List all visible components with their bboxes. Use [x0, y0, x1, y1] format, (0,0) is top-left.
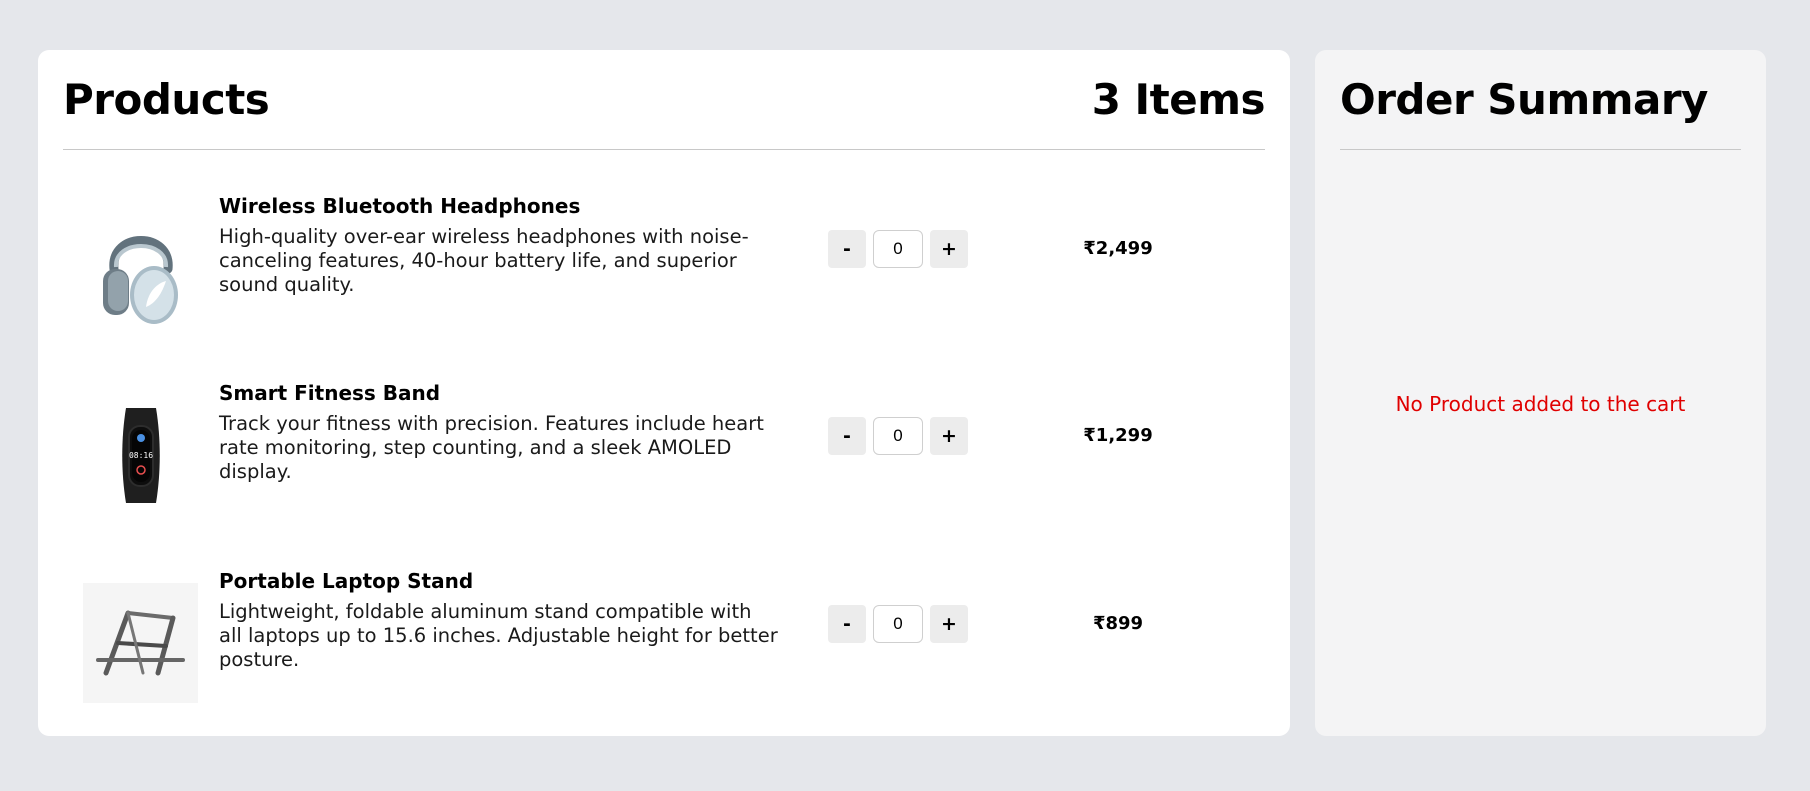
product-price: ₹899 — [1092, 613, 1144, 634]
increment-button[interactable]: + — [930, 605, 968, 643]
product-price: ₹2,499 — [1083, 238, 1153, 259]
product-info: Wireless Bluetooth Headphones High-quali… — [219, 193, 779, 297]
quantity-stepper: - + — [828, 230, 968, 268]
product-info: Smart Fitness Band Track your fitness wi… — [219, 380, 779, 484]
order-summary-panel: Order Summary No Product added to the ca… — [1315, 50, 1766, 736]
products-panel: Products 3 Items Wireless Bluetooth Head… — [38, 50, 1290, 736]
fitness-band-image: 08:16 — [83, 395, 198, 515]
decrement-button[interactable]: - — [828, 417, 866, 455]
empty-cart-message: No Product added to the cart — [1395, 392, 1686, 416]
product-description: High-quality over-ear wireless headphone… — [219, 225, 749, 296]
product-row: 08:16 Smart Fitness Band Track your fitn… — [38, 380, 1290, 530]
band-screen-time: 08:16 — [128, 451, 152, 460]
product-name: Smart Fitness Band — [219, 381, 441, 405]
quantity-input[interactable] — [873, 417, 923, 455]
laptop-stand-image — [83, 583, 198, 703]
product-row: Wireless Bluetooth Headphones High-quali… — [38, 193, 1290, 343]
quantity-stepper: - + — [828, 605, 968, 643]
decrement-button[interactable]: - — [828, 605, 866, 643]
quantity-input[interactable] — [873, 230, 923, 268]
headphones-image — [83, 208, 198, 328]
product-info: Portable Laptop Stand Lightweight, folda… — [219, 568, 779, 672]
product-name: Portable Laptop Stand — [219, 569, 474, 593]
quantity-stepper: - + — [828, 417, 968, 455]
item-count: 3 Items — [1091, 75, 1266, 124]
summary-header: Order Summary — [1340, 75, 1741, 150]
quantity-input[interactable] — [873, 605, 923, 643]
products-title: Products — [63, 75, 270, 124]
product-description: Track your fitness with precision. Featu… — [219, 412, 764, 483]
product-price: ₹1,299 — [1083, 425, 1153, 446]
decrement-button[interactable]: - — [828, 230, 866, 268]
increment-button[interactable]: + — [930, 230, 968, 268]
product-name: Wireless Bluetooth Headphones — [219, 194, 581, 218]
increment-button[interactable]: + — [930, 417, 968, 455]
product-row: Portable Laptop Stand Lightweight, folda… — [38, 568, 1290, 718]
summary-title: Order Summary — [1340, 75, 1708, 124]
product-description: Lightweight, foldable aluminum stand com… — [219, 600, 778, 671]
products-header: Products 3 Items — [63, 75, 1266, 150]
